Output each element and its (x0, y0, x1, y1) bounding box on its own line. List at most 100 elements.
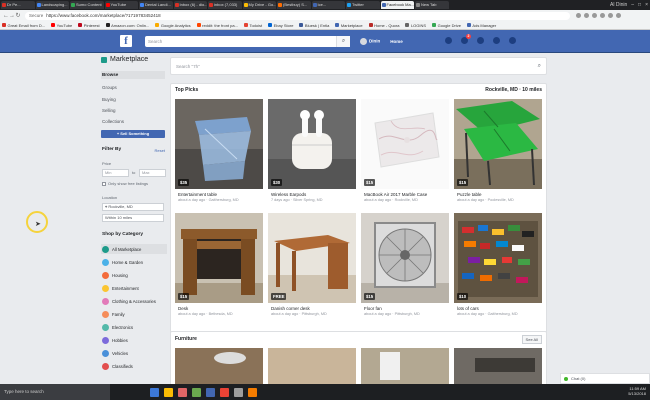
taskbar-app-icon[interactable] (220, 387, 229, 397)
browser-tab[interactable]: My Drive - Go... (242, 1, 276, 9)
bookmark-item[interactable]: YouTube (51, 23, 72, 28)
extension-icon[interactable] (576, 13, 581, 18)
reload-icon[interactable]: ↻ (15, 12, 21, 19)
browser-tab[interactable]: New Tab (415, 1, 449, 9)
system-tray-clock[interactable]: 11:59 AM 5/13/2018 (628, 386, 646, 396)
chat-bar[interactable]: Chat (0) (560, 373, 650, 384)
marketplace-search-input[interactable]: Search "7h" (176, 63, 538, 71)
category-item[interactable]: Electronics (101, 322, 167, 332)
location-radius-label[interactable]: Rockville, MD · 10 miles (485, 87, 542, 93)
taskbar-search-input[interactable]: Type here to search (0, 384, 110, 400)
category-item[interactable]: Hobbies (101, 335, 167, 345)
bookmark-item[interactable]: Ebay Store (268, 23, 293, 28)
radius-select[interactable]: Within 10 miles (102, 214, 164, 222)
browser-tab[interactable]: (Bestbuy) S... (277, 1, 311, 9)
listing-photo-earpods[interactable]: $30 (268, 99, 356, 189)
listing-photo-puzzle-table[interactable]: $15 (454, 99, 542, 189)
listing-title[interactable]: Entertainment table (178, 192, 263, 197)
friend-requests-icon[interactable] (445, 37, 452, 44)
taskbar-app-icon[interactable] (248, 387, 257, 397)
free-only-checkbox[interactable]: Only show free listings (102, 181, 148, 186)
listing-title[interactable]: Puzzle table (457, 192, 542, 197)
reset-link[interactable]: Reset (155, 148, 165, 153)
messenger-icon[interactable]: 2 (461, 34, 471, 44)
category-item[interactable]: All Marketplace (101, 244, 167, 254)
listing-title[interactable]: Wireless Earpods (271, 192, 356, 197)
price-min-input[interactable]: Min (102, 169, 129, 177)
browser-tab[interactable]: Dr Pe... (1, 1, 35, 9)
see-all-button[interactable]: See All (521, 335, 542, 344)
help-icon[interactable] (493, 37, 500, 44)
home-link[interactable]: Home (390, 39, 403, 44)
taskbar-app-icon[interactable] (164, 387, 173, 397)
bookmark-item[interactable]: reddit: the front pa... (196, 23, 238, 28)
bookmark-item[interactable]: Todoist (243, 23, 262, 28)
browser-tab[interactable]: Facebook Ma... (380, 1, 414, 9)
sidebar-item-groups[interactable]: Groups (101, 85, 165, 90)
bookmark-item[interactable]: LOGINS (405, 23, 426, 28)
browser-tab[interactable]: Ice... (311, 1, 345, 9)
listing-title[interactable]: lots of cars (457, 306, 542, 311)
listing-title[interactable]: MacBook Air 2017 Marble Case (364, 192, 449, 197)
taskbar-app-icon[interactable] (234, 387, 243, 397)
facebook-logo-icon[interactable]: f (120, 35, 132, 47)
browser-tab[interactable]: inbox (7,033) (208, 1, 242, 9)
listing-photo-floor-fan[interactable]: $15 (361, 213, 449, 303)
extension-icon[interactable] (592, 13, 597, 18)
browser-tab[interactable]: Twitter (346, 1, 380, 9)
category-item[interactable]: Classifieds (101, 361, 167, 371)
location-input[interactable]: ⌖ Rockville, MD (102, 203, 164, 211)
category-item[interactable]: Housing (101, 270, 167, 280)
listing-photo-macbook-case[interactable]: $15 (361, 99, 449, 189)
browser-tab[interactable]: Sumo Content (70, 1, 104, 9)
minimize-icon[interactable]: – (631, 0, 634, 10)
profile-link[interactable]: Dinin (360, 38, 380, 45)
bookmark-item[interactable]: Marketplace (335, 23, 363, 28)
search-icon[interactable]: ⌕ (336, 36, 350, 47)
category-item[interactable]: Entertainment (101, 283, 167, 293)
listing-title[interactable]: Desk (178, 306, 263, 311)
user-profile-label[interactable]: Al Dinin (610, 0, 627, 10)
taskbar-app-icon[interactable] (192, 387, 201, 397)
facebook-search-input[interactable]: Search ⌕ (145, 36, 350, 47)
taskbar-app-icon[interactable] (178, 387, 187, 397)
sidebar-item-selling[interactable]: Selling (101, 108, 165, 113)
listing-photo-desk[interactable]: $15 (175, 213, 263, 303)
bookmark-item[interactable]: Amazon.com: Onlin... (105, 23, 149, 28)
category-item[interactable]: Vehicles (101, 348, 167, 358)
taskbar-app-icon[interactable] (150, 387, 159, 397)
sidebar-item-buying[interactable]: Buying (101, 97, 165, 102)
close-icon[interactable]: × (645, 0, 648, 10)
listing-photo-entertainment-table[interactable]: $35 (175, 99, 263, 189)
listing-photo-toy-cars[interactable]: $10 (454, 213, 542, 303)
bookmark-item[interactable]: Google Analytics (155, 23, 191, 28)
browser-tab[interactable]: Landscaping... (35, 1, 69, 9)
extension-icon[interactable] (616, 13, 621, 18)
maximize-icon[interactable]: □ (638, 0, 641, 10)
search-icon[interactable]: ⌕ (538, 63, 541, 70)
bookmark-item[interactable]: Ads Manager (466, 23, 496, 28)
browser-tab[interactable]: Inbox (6) - dio... (173, 1, 207, 9)
extension-icon[interactable] (608, 13, 613, 18)
extension-icon[interactable] (584, 13, 589, 18)
bookmark-item[interactable]: Great Email from D... (2, 23, 45, 28)
url-input[interactable]: Secure https://www.facebook.com/marketpla… (25, 11, 570, 20)
bookmark-item[interactable]: Pinterest (78, 23, 100, 28)
browser-tab[interactable]: Dental Landi... (139, 1, 173, 9)
bookmark-item[interactable]: Home - Quora (368, 23, 399, 28)
browser-tab[interactable]: YouTube (104, 1, 138, 9)
bookmark-item[interactable]: Google Drive (432, 23, 461, 28)
notifications-icon[interactable] (477, 37, 484, 44)
sell-something-button[interactable]: + Sell Something (101, 130, 165, 138)
marketplace-search-box[interactable]: Search "7h" ⌕ (170, 57, 547, 75)
account-menu-icon[interactable] (509, 37, 516, 44)
listing-title[interactable]: Danish corner desk (271, 306, 356, 311)
bookmark-item[interactable]: Bluesk | Entla (299, 23, 329, 28)
sidebar-item-collections[interactable]: Collections (101, 119, 165, 124)
price-max-input[interactable]: Max (139, 169, 166, 177)
listing-title[interactable]: Floor fan (364, 306, 449, 311)
marketplace-title[interactable]: Marketplace (101, 56, 148, 63)
category-item[interactable]: Home & Garden (101, 257, 167, 267)
extension-icon[interactable] (600, 13, 605, 18)
taskbar-app-icon[interactable] (206, 387, 215, 397)
